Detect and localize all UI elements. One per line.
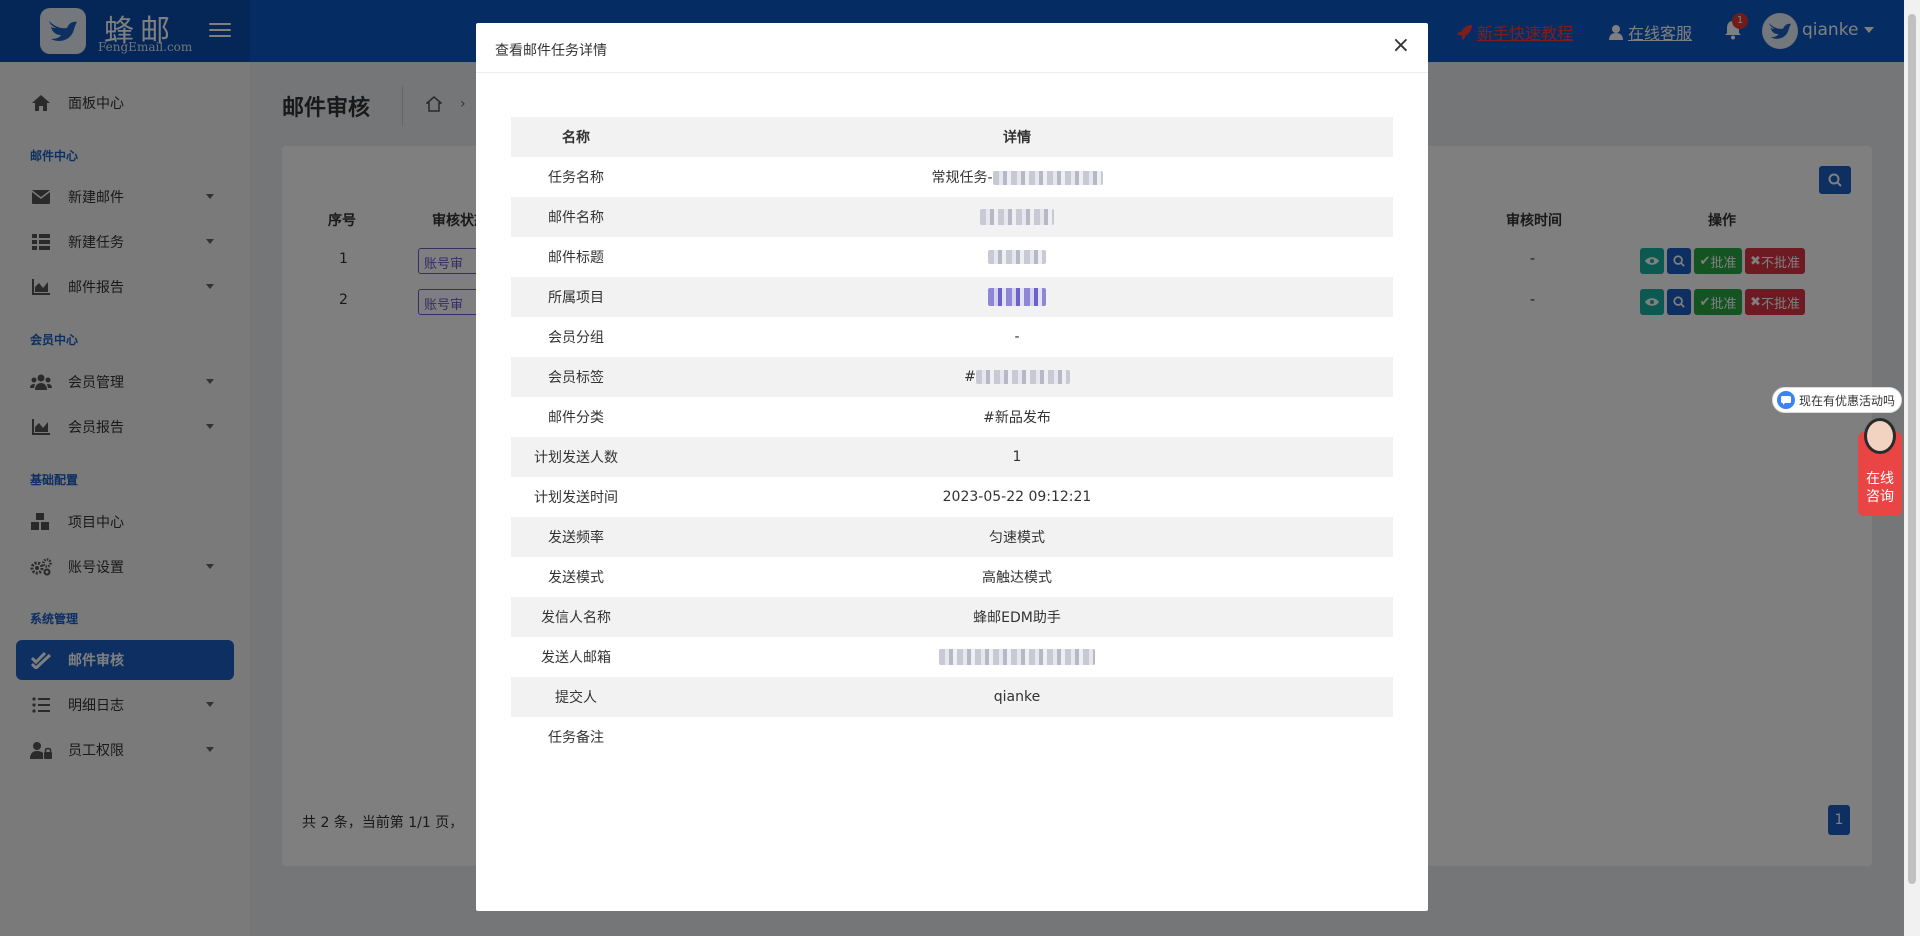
consult-line-2: 咨询 (1866, 489, 1894, 505)
table-row: 发送模式 高触达模式 (511, 557, 1393, 597)
table-row: 计划发送时间 2023-05-22 09:12:21 (511, 477, 1393, 517)
table-row: 发送频率 匀速模式 (511, 517, 1393, 557)
row-label: 计划发送人数 (534, 450, 618, 466)
redacted-value (992, 171, 1103, 185)
table-row: 会员标签 # (511, 357, 1393, 397)
row-label: 发送人邮箱 (541, 650, 611, 666)
row-label: 会员标签 (548, 370, 604, 386)
table-row: 计划发送人数 1 (511, 437, 1393, 477)
consult-label: 在线 咨询 (1858, 470, 1902, 506)
row-label: 任务备注 (548, 730, 604, 746)
table-row: 会员分组 - (511, 317, 1393, 357)
table-row: 任务名称 常规任务- (511, 157, 1393, 197)
table-row: 邮件名称 (511, 197, 1393, 237)
redacted-value (980, 209, 1054, 225)
table-row: 任务备注 (511, 717, 1393, 757)
promo-text: 现在有优惠活动吗 (1799, 393, 1896, 408)
member-group-value: - (1014, 329, 1020, 345)
row-label: 提交人 (555, 690, 597, 706)
row-label: 计划发送时间 (534, 490, 618, 506)
table-row: 邮件标题 (511, 237, 1393, 277)
submitter-value: qianke (993, 689, 1041, 705)
mail-name-value (641, 197, 1393, 237)
row-label: 邮件标题 (548, 250, 604, 266)
member-tag-value: # (641, 357, 1393, 397)
column-header-name: 名称 (562, 130, 590, 146)
chat-bubble-icon (1777, 391, 1795, 409)
consult-line-1: 在线 (1866, 471, 1894, 487)
task-detail-table: 名称 详情 任务名称 常规任务- 邮件名称 邮件标题 所属项目 会员分组 - 会… (511, 117, 1393, 757)
task-note-value (641, 717, 1393, 757)
redacted-value (939, 649, 1095, 665)
task-name-prefix: 常规任务- (931, 170, 993, 186)
table-row: 所属项目 (511, 277, 1393, 317)
mail-category-value: #新品发布 (983, 410, 1051, 426)
redacted-value (975, 370, 1070, 384)
task-name-value: 常规任务- (641, 157, 1393, 197)
redacted-value (988, 288, 1046, 306)
online-consult-button[interactable]: 在线 咨询 (1858, 418, 1902, 516)
row-label: 所属项目 (548, 290, 604, 306)
row-label: 任务名称 (548, 170, 604, 186)
task-detail-modal: 查看邮件任务详情 × 名称 详情 任务名称 常规任务- 邮件名称 邮件标题 所属… (476, 23, 1428, 911)
table-row: 邮件分类 #新品发布 (511, 397, 1393, 437)
table-header-row: 名称 详情 (511, 117, 1393, 157)
close-icon[interactable]: × (1392, 35, 1410, 57)
row-label: 邮件分类 (548, 410, 604, 426)
planned-count-value: 1 (1012, 449, 1022, 465)
row-label: 发送模式 (548, 570, 604, 586)
agent-avatar-icon (1864, 418, 1896, 454)
table-row: 提交人 qianke (511, 677, 1393, 717)
send-mode-value: 高触达模式 (982, 570, 1052, 586)
planned-time-value: 2023-05-22 09:12:21 (942, 489, 1092, 505)
redacted-value (988, 250, 1046, 264)
row-label: 发信人名称 (541, 610, 611, 626)
modal-title: 查看邮件任务详情 (495, 43, 607, 59)
table-row: 发信人名称 蜂邮EDM助手 (511, 597, 1393, 637)
sender-email-value (641, 637, 1393, 677)
mail-subject-value (641, 237, 1393, 277)
modal-header: 查看邮件任务详情 × (476, 23, 1428, 73)
member-tag-prefix: # (964, 369, 976, 385)
sender-name-value: 蜂邮EDM助手 (973, 610, 1061, 626)
table-row: 发送人邮箱 (511, 637, 1393, 677)
page-scrollbar-thumb[interactable] (1908, 14, 1916, 884)
row-label: 发送频率 (548, 530, 604, 546)
row-label: 会员分组 (548, 330, 604, 346)
project-value (641, 277, 1393, 317)
frequency-value: 匀速模式 (989, 530, 1045, 546)
promo-chat-bubble[interactable]: 现在有优惠活动吗 (1772, 387, 1902, 413)
row-label: 邮件名称 (548, 210, 604, 226)
column-header-detail: 详情 (1003, 130, 1031, 146)
